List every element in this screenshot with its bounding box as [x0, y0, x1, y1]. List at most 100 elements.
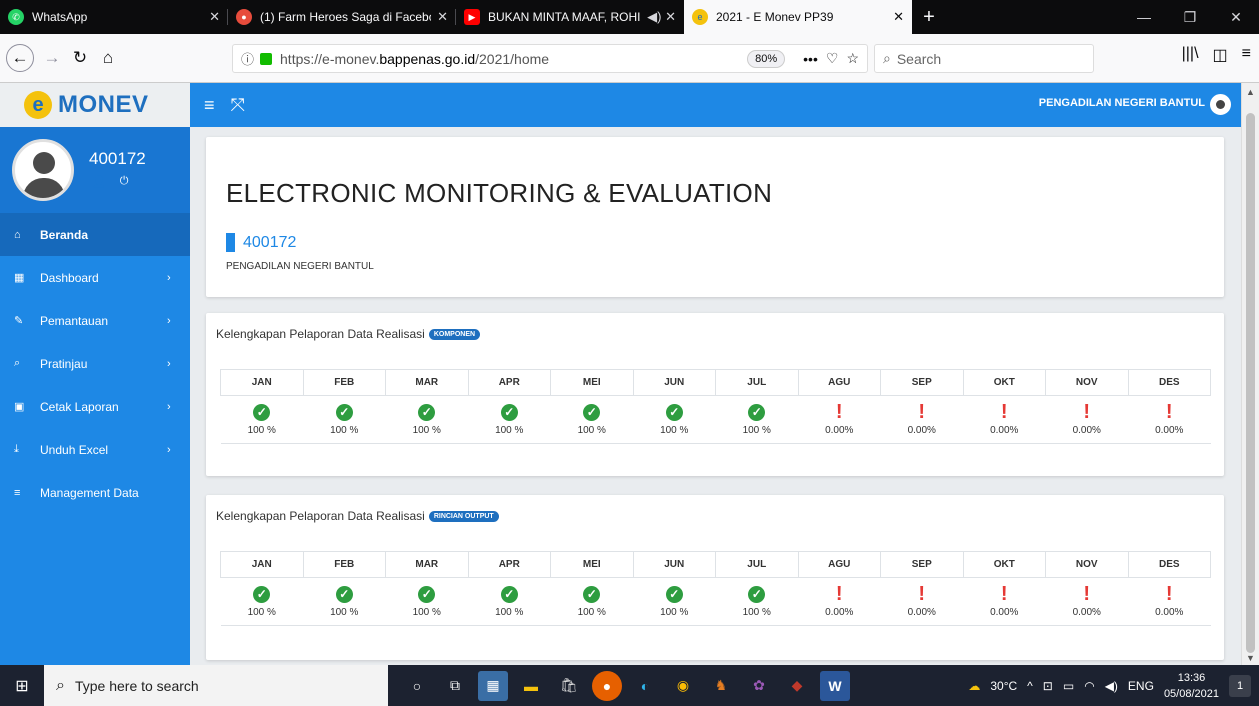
- month-cell: ✓ 100 %: [633, 577, 716, 626]
- app-logo[interactable]: e MONEV: [0, 83, 190, 127]
- month-cell: ✓ 100 %: [468, 577, 551, 626]
- hamburger-menu-icon[interactable]: ≡: [204, 95, 215, 116]
- month-header: JUN: [632, 551, 716, 578]
- close-icon[interactable]: ✕: [209, 9, 220, 25]
- close-icon[interactable]: ✕: [893, 9, 904, 25]
- word-icon[interactable]: W: [820, 670, 850, 701]
- page-scrollbar[interactable]: ▲ ▼: [1241, 83, 1259, 665]
- file-explorer-icon[interactable]: ▬: [516, 671, 546, 701]
- dashboard-icon: ▦: [14, 272, 25, 284]
- pocket-icon[interactable]: ♡: [826, 50, 839, 67]
- chevron-up-icon[interactable]: ^: [1027, 679, 1033, 693]
- sidebar-item-pemantauan[interactable]: ✎ Pemantauan ›: [0, 299, 190, 342]
- language[interactable]: ENG: [1128, 679, 1154, 693]
- url-text[interactable]: https://e-monev.bappenas.go.id/2021/home: [280, 51, 747, 67]
- battery-icon[interactable]: ▭: [1063, 679, 1074, 693]
- calculator-icon[interactable]: ▦: [478, 670, 508, 701]
- tab-whatsapp[interactable]: ✆ WhatsApp ✕: [0, 0, 228, 34]
- edge-icon[interactable]: ◐: [630, 671, 660, 701]
- network-icon[interactable]: ⊡: [1043, 679, 1053, 693]
- sidebar-item-pratinjau[interactable]: ⌕ Pratinjau ›: [0, 342, 190, 385]
- month-header: OKT: [962, 551, 1046, 578]
- home-button[interactable]: ⌂: [94, 44, 122, 72]
- month-header: FEB: [302, 369, 386, 396]
- list-icon: ≡: [14, 486, 21, 499]
- month-cell: ✓ 100 %: [715, 395, 798, 444]
- back-button[interactable]: ←: [6, 44, 34, 72]
- volume-icon[interactable]: ◀): [1105, 679, 1118, 693]
- scrollbar-thumb[interactable]: [1246, 113, 1255, 653]
- scroll-down-icon[interactable]: ▼: [1246, 653, 1255, 663]
- user-icon[interactable]: 👤: [92, 175, 106, 188]
- check-circle-icon: ✓: [335, 586, 353, 603]
- speaker-icon[interactable]: ◀) ✕: [647, 9, 676, 25]
- close-icon[interactable]: ✕: [437, 9, 448, 25]
- weather-icon[interactable]: ☁: [968, 679, 980, 693]
- month-cell: ! 0.00%: [1045, 577, 1128, 626]
- windows-start-icon[interactable]: ⊞: [0, 665, 44, 706]
- sidebar-item-unduh-excel[interactable]: ⤓ Unduh Excel ›: [0, 428, 190, 471]
- taskbar-search-input[interactable]: ⌕ Type here to search: [44, 665, 388, 706]
- card-title: Kelengkapan Pelaporan Data Realisasi RIN…: [216, 509, 499, 523]
- window-controls: — ❐ ✕: [1121, 0, 1259, 34]
- month-cell: ✓ 100 %: [385, 577, 468, 626]
- clock[interactable]: 13:36 05/08/2021: [1164, 670, 1219, 702]
- firefox-icon[interactable]: ●: [592, 670, 622, 701]
- power-icon[interactable]: ⏻: [120, 175, 129, 188]
- library-icon[interactable]: |||\: [1182, 45, 1199, 65]
- minimize-icon[interactable]: —: [1121, 0, 1167, 34]
- store-icon[interactable]: 🛍: [554, 671, 584, 701]
- menu-icon[interactable]: ≡: [1242, 45, 1251, 65]
- tab-youtube[interactable]: ▶ BUKAN MINTA MAAF, ROHI ◀) ✕: [456, 0, 684, 34]
- month-cell: ! 0.00%: [963, 577, 1046, 626]
- restore-icon[interactable]: ❐: [1167, 0, 1213, 34]
- temperature[interactable]: 30°C: [990, 679, 1017, 693]
- exclamation-icon: !: [918, 583, 926, 605]
- info-icon[interactable]: ⓘ: [241, 49, 254, 68]
- zoom-indicator[interactable]: 80%: [747, 49, 786, 68]
- taskbar-search-placeholder: Type here to search: [74, 677, 199, 694]
- month-header: MAR: [385, 369, 469, 396]
- more-actions-icon[interactable]: •••: [803, 51, 818, 67]
- bookmark-star-icon[interactable]: ☆: [846, 50, 859, 67]
- forward-button[interactable]: →: [38, 44, 66, 72]
- media-icon[interactable]: ◆: [782, 671, 812, 701]
- sidebar-item-beranda[interactable]: ⌂ Beranda: [0, 213, 190, 256]
- search-input[interactable]: ⌕ Search: [874, 44, 1094, 73]
- tab-emonev[interactable]: e 2021 - E Monev PP39 ✕: [684, 0, 912, 34]
- task-view-icon[interactable]: ⧉: [440, 671, 470, 701]
- sidebar-item-management-data[interactable]: ≡ Management Data: [0, 471, 190, 514]
- scroll-up-icon[interactable]: ▲: [1246, 87, 1255, 97]
- wifi-icon[interactable]: ◠: [1084, 679, 1094, 693]
- completion-percentage: 0.00%: [1072, 607, 1101, 618]
- sidebar-item-dashboard[interactable]: ▦ Dashboard ›: [0, 256, 190, 299]
- logo-text: MONEV: [58, 91, 149, 118]
- month-cell: ✓ 100 %: [633, 395, 716, 444]
- new-tab-button[interactable]: +: [912, 0, 946, 34]
- tab-farm-heroes[interactable]: ● (1) Farm Heroes Saga di Facebo ✕: [228, 0, 456, 34]
- fullscreen-icon[interactable]: ⤧: [231, 95, 245, 116]
- sidebar-item-cetak-laporan[interactable]: ▣ Cetak Laporan ›: [0, 385, 190, 428]
- sidebar-icon[interactable]: ◫: [1213, 45, 1228, 65]
- month-header: JUN: [632, 369, 716, 396]
- address-bar[interactable]: ⓘ https://e-monev.bappenas.go.id/2021/ho…: [232, 44, 868, 73]
- user-avatar-icon[interactable]: [1210, 94, 1231, 115]
- chevron-right-icon: ›: [167, 314, 171, 327]
- rincian-output-badge: RINCIAN OUTPUT: [428, 510, 499, 522]
- notification-icon[interactable]: 1: [1229, 674, 1251, 697]
- month-cell: ! 0.00%: [1128, 395, 1211, 444]
- close-window-icon[interactable]: ✕: [1213, 0, 1259, 34]
- month-header: AGU: [797, 369, 881, 396]
- cortana-icon[interactable]: ○: [402, 671, 432, 701]
- user-name[interactable]: PENGADILAN NEGERI BANTUL: [1039, 97, 1205, 109]
- komponen-table: JAN FEB MAR APR MEI JUN JUL AGU SEP OKT NOV DES ✓ 10…: [220, 369, 1211, 444]
- game-icon[interactable]: ♞: [706, 671, 736, 701]
- reload-button[interactable]: ↻: [66, 44, 94, 72]
- komponen-card: Kelengkapan Pelaporan Data Realisasi KOM…: [206, 313, 1224, 476]
- page-title: ELECTRONIC MONITORING & EVALUATION: [226, 178, 773, 208]
- time: 13:36: [1177, 671, 1206, 684]
- lock-icon[interactable]: [260, 52, 273, 65]
- table-row: ✓ 100 % ✓ 100 % ✓ 100 % ✓ 100 % ✓ 100 % ✓ 100 % ✓ 100…: [220, 395, 1211, 444]
- paint-icon[interactable]: ✿: [744, 671, 774, 701]
- chrome-icon[interactable]: ◉: [668, 671, 698, 701]
